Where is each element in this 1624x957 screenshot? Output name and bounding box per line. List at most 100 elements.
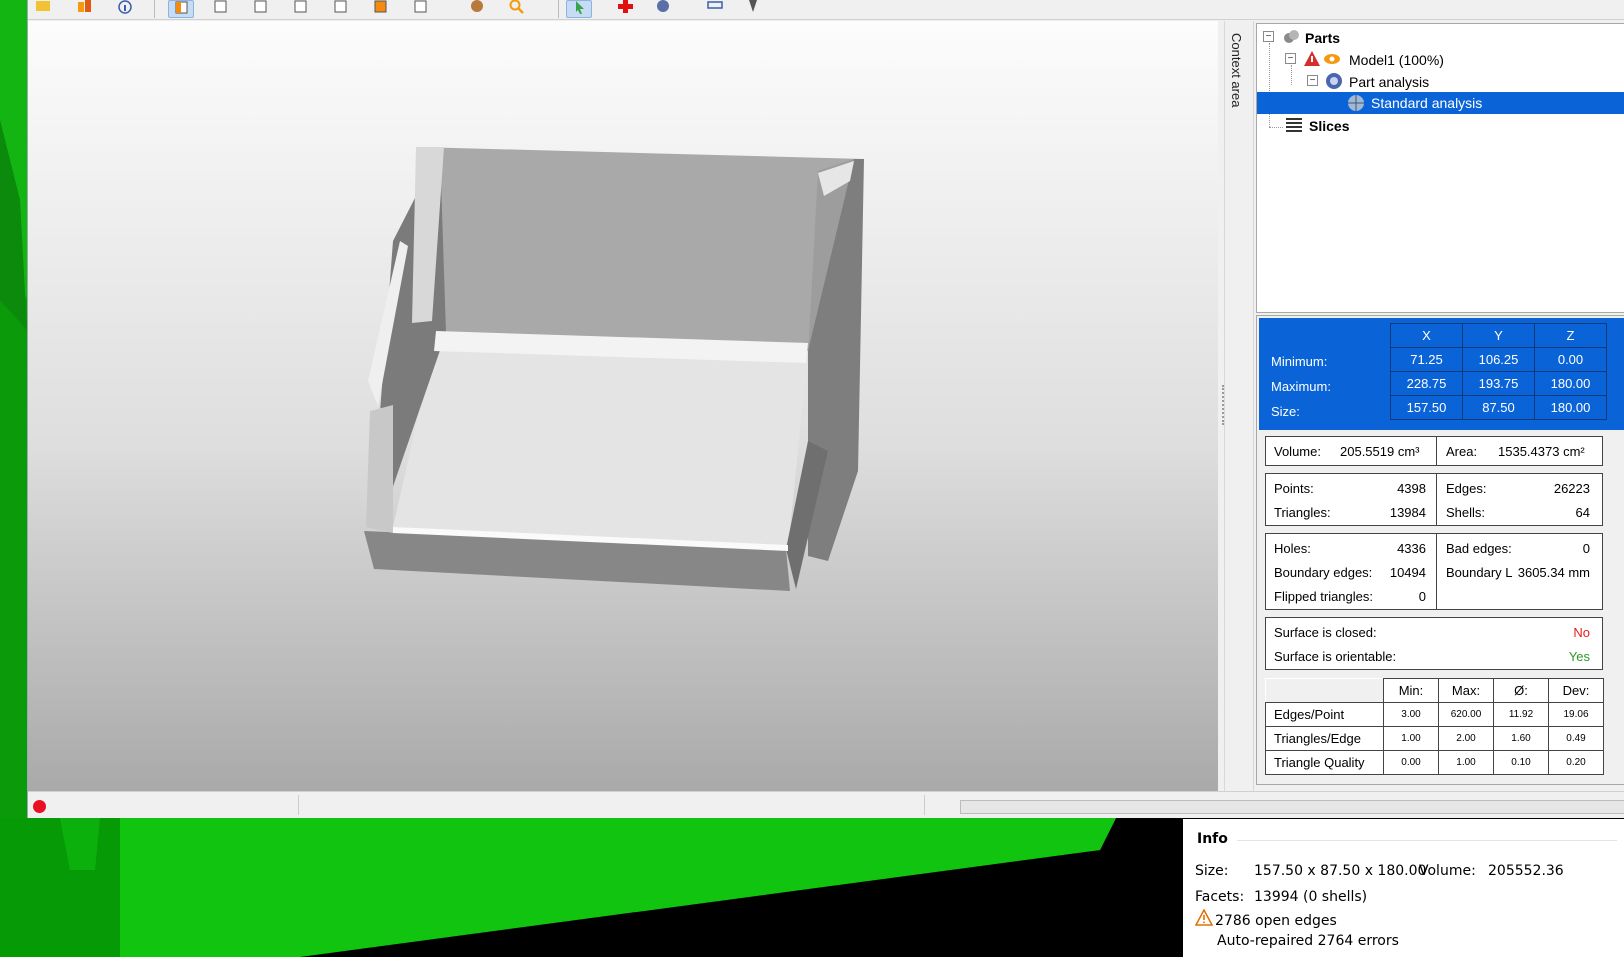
toolbar xyxy=(28,0,1624,20)
volume-value: 205.5519 cm³ xyxy=(1340,444,1420,459)
quality-table: Min: Max: Ø: Dev: Edges/Point 3.00 620.0… xyxy=(1265,678,1604,775)
points-value: 4398 xyxy=(1397,481,1426,496)
quality-min: 3.00 xyxy=(1383,702,1439,727)
auto-repaired-text: Auto-repaired 2764 errors xyxy=(1217,933,1399,949)
edges-label: Edges: xyxy=(1446,481,1487,496)
slices-icon xyxy=(1286,118,1302,132)
zoom-icon xyxy=(509,0,524,14)
info-size-value: 157.50 x 87.50 x 180.00 xyxy=(1254,863,1427,879)
info-volume-label: Volume: xyxy=(1419,863,1476,879)
info-volume-value: 205552.36 xyxy=(1488,863,1564,879)
tree-item-slices[interactable]: Slices xyxy=(1309,115,1349,137)
flipped-triangles-label: Flipped triangles: xyxy=(1274,589,1373,604)
boundary-length-value: 3605.34 mm xyxy=(1517,565,1590,580)
bbox-size-z: 180.00 xyxy=(1534,395,1607,420)
quality-avg: 11.92 xyxy=(1493,702,1549,727)
open-edges-text: 2786 open edges xyxy=(1215,913,1337,929)
mesh-counts-box: Points: 4398 Triangles: 13984 Edges: 262… xyxy=(1265,473,1603,526)
analysis-statistics-panel: X Y Z 71.25 106.25 0.00 228.75 193.75 18… xyxy=(1256,315,1624,785)
select-button[interactable] xyxy=(566,0,592,18)
bad-edges-label: Bad edges: xyxy=(1446,541,1512,556)
bounding-box-table: X Y Z 71.25 106.25 0.00 228.75 193.75 18… xyxy=(1390,323,1607,420)
bbox-max-y: 193.75 xyxy=(1462,371,1535,396)
open-folder-button[interactable] xyxy=(30,0,56,18)
tree-item-part-analysis[interactable]: Part analysis xyxy=(1349,71,1429,93)
part-tree: − Parts − Model1 (100%) − Part analysis … xyxy=(1256,23,1624,313)
quality-header-min: Min: xyxy=(1383,678,1439,703)
context-area-label: Context area xyxy=(1229,33,1244,108)
points-label: Points: xyxy=(1274,481,1314,496)
bbox-label-minimum: Minimum: xyxy=(1271,354,1328,369)
context-area-tab[interactable]: Context area xyxy=(1224,21,1254,791)
view-top-icon xyxy=(334,0,347,13)
bad-edges-value: 0 xyxy=(1582,541,1590,556)
parts-button[interactable] xyxy=(72,0,98,18)
info-size-label: Size: xyxy=(1195,863,1229,879)
boundary-edges-label: Boundary edges: xyxy=(1274,565,1373,580)
view-top-button[interactable] xyxy=(328,0,354,18)
zoom-button[interactable] xyxy=(504,0,530,18)
record-indicator-icon xyxy=(33,800,46,813)
add-button[interactable] xyxy=(612,0,638,18)
quality-avg: 0.10 xyxy=(1493,750,1549,775)
bbox-max-x: 228.75 xyxy=(1390,371,1463,396)
render-button[interactable] xyxy=(464,0,490,18)
app-window: Context area − Parts − Model1 (100%) − P… xyxy=(27,0,1624,818)
expand-model-toggle[interactable]: − xyxy=(1285,53,1296,64)
flipped-triangles-value: 0 xyxy=(1418,589,1426,604)
tree-item-standard-analysis[interactable]: Standard analysis xyxy=(1257,92,1624,114)
3d-viewport[interactable] xyxy=(28,21,1218,791)
view-left-icon xyxy=(254,0,267,13)
bbox-min-y: 106.25 xyxy=(1462,347,1535,372)
globe-analysis-icon xyxy=(1348,95,1364,111)
holes-value: 4336 xyxy=(1397,541,1426,556)
bbox-header-x: X xyxy=(1390,323,1463,348)
parts-icon xyxy=(78,0,91,12)
quality-header-max: Max: xyxy=(1438,678,1494,703)
visibility-eye-icon[interactable] xyxy=(1323,50,1341,68)
info-icon xyxy=(118,0,132,14)
quality-dev: 0.20 xyxy=(1548,750,1604,775)
quality-max: 2.00 xyxy=(1438,726,1494,751)
info-button[interactable] xyxy=(112,0,138,18)
view-front-button[interactable] xyxy=(168,0,194,18)
part-model-3d xyxy=(364,147,864,591)
quality-avg: 1.60 xyxy=(1493,726,1549,751)
expand-analysis-toggle[interactable]: − xyxy=(1307,75,1318,86)
view-bottom-button[interactable] xyxy=(368,0,394,18)
quality-row-label: Edges/Point xyxy=(1265,702,1384,727)
view-front-icon xyxy=(175,1,188,14)
quality-min: 0.00 xyxy=(1383,750,1439,775)
rotate-button[interactable] xyxy=(650,0,676,18)
view-left-button[interactable] xyxy=(248,0,274,18)
view-right-button[interactable] xyxy=(288,0,314,18)
bbox-min-x: 71.25 xyxy=(1390,347,1463,372)
tree-item-model[interactable]: Model1 (100%) xyxy=(1349,49,1444,71)
edges-value: 26223 xyxy=(1553,481,1590,496)
quality-max: 620.00 xyxy=(1438,702,1494,727)
surface-orientable-label: Surface is orientable: xyxy=(1274,649,1397,664)
tree-item-parts[interactable]: Parts xyxy=(1305,27,1340,49)
quality-max: 1.00 xyxy=(1438,750,1494,775)
area-value: 1535.4373 cm² xyxy=(1498,444,1585,459)
rectangle-icon xyxy=(707,1,723,9)
quality-dev: 19.06 xyxy=(1548,702,1604,727)
pin-button[interactable] xyxy=(740,0,766,18)
bbox-size-x: 157.50 xyxy=(1390,395,1463,420)
bbox-size-y: 87.50 xyxy=(1462,395,1535,420)
standard-analysis-label: Standard analysis xyxy=(1371,95,1483,111)
status-bar xyxy=(28,791,1624,818)
table-row: Edges/Point 3.00 620.00 11.92 19.06 xyxy=(1265,702,1604,727)
sphere-icon xyxy=(471,0,483,12)
triangles-value: 13984 xyxy=(1389,505,1426,520)
view-back-button[interactable] xyxy=(208,0,234,18)
surface-orientable-value: Yes xyxy=(1568,649,1590,664)
view-bottom-icon xyxy=(374,0,387,13)
boundary-edges-value: 10494 xyxy=(1389,565,1426,580)
rectangle-button[interactable] xyxy=(702,0,728,18)
bbox-label-size: Size: xyxy=(1271,404,1300,419)
expand-parts-toggle[interactable]: − xyxy=(1263,31,1274,42)
info-facets-value: 13994 (0 shells) xyxy=(1254,889,1368,905)
view-iso-button[interactable] xyxy=(408,0,434,18)
rotate-icon xyxy=(657,0,669,12)
